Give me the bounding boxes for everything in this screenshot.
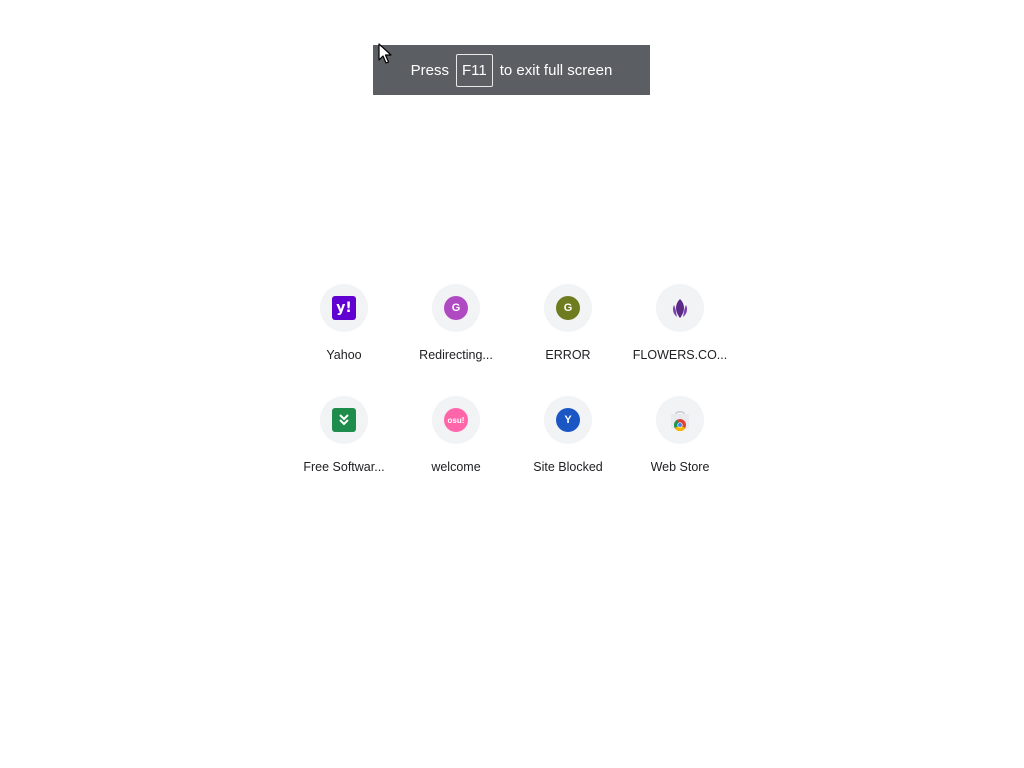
- shortcut-tile-web-store[interactable]: Web Store: [624, 396, 736, 492]
- shortcut-icon-container: [656, 284, 704, 332]
- shortcut-label: Redirecting...: [419, 348, 493, 362]
- shortcut-label: welcome: [431, 460, 481, 474]
- yahoo-logo-icon: y!: [332, 296, 356, 320]
- shortcut-icon-container: osu!: [432, 396, 480, 444]
- shortcut-label: ERROR: [545, 348, 591, 362]
- shortcut-tile-redirecting[interactable]: G Redirecting...: [400, 284, 512, 380]
- shortcut-tile-welcome[interactable]: osu! welcome: [400, 396, 512, 492]
- shortcut-icon-container: [320, 396, 368, 444]
- letter-y-icon: Y: [556, 408, 580, 432]
- shortcut-tile-error[interactable]: G ERROR: [512, 284, 624, 380]
- letter-g-icon: G: [444, 296, 468, 320]
- shortcut-tile-flowers[interactable]: FLOWERS.CO...: [624, 284, 736, 380]
- notice-prefix: Press: [410, 61, 450, 79]
- osu-logo-icon: osu!: [444, 408, 468, 432]
- shortcut-icon-container: G: [544, 284, 592, 332]
- f11-key-badge: F11: [456, 53, 493, 87]
- shortcut-label: Free Softwar...: [303, 460, 385, 474]
- shortcut-tile-free-software[interactable]: Free Softwar...: [288, 396, 400, 492]
- shortcut-icon-container: y!: [320, 284, 368, 332]
- shortcut-icon-container: Y: [544, 396, 592, 444]
- letter-g-icon: G: [556, 296, 580, 320]
- shortcut-label: FLOWERS.CO...: [632, 348, 728, 362]
- shortcut-tile-yahoo[interactable]: y! Yahoo: [288, 284, 400, 380]
- shortcut-icon-container: [656, 396, 704, 444]
- shortcut-label: Web Store: [650, 460, 710, 474]
- flower-logo-icon: [673, 299, 687, 318]
- chrome-web-store-icon: [671, 411, 689, 431]
- shortcut-label: Yahoo: [326, 348, 362, 362]
- new-tab-page: Press F11 to exit full screen y! Yahoo G…: [0, 0, 1024, 768]
- mouse-cursor-icon: [378, 43, 392, 64]
- notice-suffix: to exit full screen: [499, 61, 613, 79]
- download-logo-icon: [332, 408, 356, 432]
- shortcut-icon-container: G: [432, 284, 480, 332]
- fullscreen-exit-notice: Press F11 to exit full screen: [373, 45, 650, 95]
- shortcut-label: Site Blocked: [533, 460, 603, 474]
- shortcut-tile-site-blocked[interactable]: Y Site Blocked: [512, 396, 624, 492]
